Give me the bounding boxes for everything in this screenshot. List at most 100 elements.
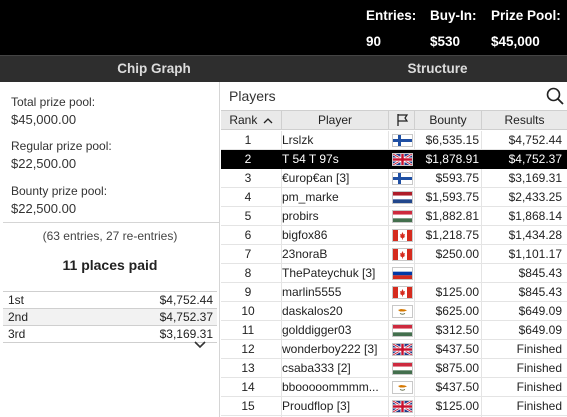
player-result: Finished <box>516 361 562 375</box>
player-row[interactable]: 12 wonderboy222 [3] $437.50 Finished <box>221 340 567 359</box>
player-result: Finished <box>516 399 562 413</box>
player-row[interactable]: 3 €urop€an [3] $593.75 $3,169.31 <box>221 169 567 188</box>
player-row[interactable]: 9 marlin5555 $125.00 $845.43 <box>221 283 567 302</box>
players-table-header: Rank Player Bounty Results <box>221 110 567 130</box>
country-flag-icon <box>392 207 414 225</box>
player-name: Lrslzk <box>282 133 314 147</box>
player-result: $845.43 <box>518 266 562 280</box>
player-row[interactable]: 10 daskalos20 $625.00 $649.09 <box>221 302 567 321</box>
country-flag-icon <box>392 359 414 377</box>
regular-prize-pool: Regular prize pool: $22,500.00 <box>11 139 112 172</box>
player-bounty: $1,882.81 <box>425 209 479 223</box>
player-row[interactable]: 11 golddigger03 $312.50 $649.09 <box>221 321 567 340</box>
bounty-prize-pool-value: $22,500.00 <box>11 201 77 216</box>
bounty-prize-pool: Bounty prize pool: $22,500.00 <box>11 184 107 217</box>
player-name: csaba333 [2] <box>282 361 351 375</box>
hungary-flag-icon <box>392 210 413 223</box>
player-name: T 54 T 97s <box>282 152 339 166</box>
player-result: Finished <box>516 380 562 394</box>
player-rank: 1 <box>244 133 252 147</box>
entries-value: 90 <box>366 34 382 49</box>
entries-stat: Entries: 90 <box>366 6 416 52</box>
canada-flag-icon <box>392 248 413 261</box>
column-flag[interactable] <box>388 111 414 129</box>
player-name: daskalos20 <box>282 304 343 318</box>
prize-pool-stat: Prize Pool: $45,000 <box>491 6 561 52</box>
player-rank: 5 <box>244 209 252 223</box>
russia-flag-icon <box>392 267 413 280</box>
places-paid: 11 places paid <box>62 257 158 273</box>
player-name: €urop€an [3] <box>282 171 350 185</box>
player-result: $1,868.14 <box>508 209 562 223</box>
cyprus-flag-icon <box>392 305 413 318</box>
column-rank[interactable]: Rank <box>221 111 281 129</box>
player-row[interactable]: 6 bigfox86 $1,218.75 $1,434.28 <box>221 226 567 245</box>
player-name: bigfox86 <box>282 228 328 242</box>
player-row[interactable]: 2 T 54 T 97s $1,878.91 $4,752.37 <box>221 150 567 169</box>
entries-label: Entries: <box>366 8 417 23</box>
player-bounty: $6,535.15 <box>425 133 479 147</box>
search-icon[interactable] <box>546 87 564 105</box>
player-row[interactable]: 7 23noraB $250.00 $1,101.17 <box>221 245 567 264</box>
player-rank: 7 <box>244 247 252 261</box>
regular-prize-pool-label: Regular prize pool: <box>11 139 112 153</box>
prize-summary-panel: Total prize pool: $45,000.00 Regular pri… <box>0 82 220 417</box>
player-row[interactable]: 1 Lrslzk $6,535.15 $4,752.44 <box>221 131 567 150</box>
player-rank: 9 <box>244 285 252 299</box>
player-name: bbooooommmm... <box>282 380 379 394</box>
player-row[interactable]: 15 Proudflop [3] $125.00 Finished <box>221 397 567 416</box>
player-bounty: $437.50 <box>435 380 479 394</box>
payout-row: 1st $4,752.44 <box>3 292 217 309</box>
player-rank: 13 <box>241 361 255 375</box>
player-bounty: $625.00 <box>435 304 479 318</box>
player-rank: 3 <box>244 171 252 185</box>
column-bounty[interactable]: Bounty <box>414 111 481 129</box>
player-result: $4,752.37 <box>508 152 562 166</box>
player-row[interactable]: 8 ThePateychuk [3] $845.43 <box>221 264 567 283</box>
player-bounty: $1,218.75 <box>425 228 479 242</box>
player-result: $3,169.31 <box>508 171 562 185</box>
divider <box>3 222 219 223</box>
country-flag-icon <box>392 340 414 358</box>
payout-amount: $4,752.37 <box>159 310 213 324</box>
player-name: Proudflop [3] <box>282 399 351 413</box>
tab-chip-graph[interactable]: Chip Graph <box>0 56 308 82</box>
column-results[interactable]: Results <box>481 111 567 129</box>
cyprus-flag-icon <box>392 381 413 394</box>
payout-table: 1st $4,752.44 2nd $4,752.37 3rd $3,169.3… <box>3 291 217 343</box>
finland-flag-icon <box>392 134 413 147</box>
player-result: $1,434.28 <box>508 228 562 242</box>
chevron-down-icon[interactable] <box>193 337 207 349</box>
player-row[interactable]: 13 csaba333 [2] $875.00 Finished <box>221 359 567 378</box>
canada-flag-icon <box>392 229 413 242</box>
player-name: wonderboy222 [3] <box>282 342 378 356</box>
payout-place: 3rd <box>8 327 26 341</box>
country-flag-icon <box>392 245 414 263</box>
player-row[interactable]: 14 bbooooommmm... $437.50 Finished <box>221 378 567 397</box>
player-result: $2,433.25 <box>508 190 562 204</box>
player-row[interactable]: 4 pm_marke $1,593.75 $2,433.25 <box>221 188 567 207</box>
player-rank: 10 <box>241 304 255 318</box>
tab-structure[interactable]: Structure <box>308 56 567 82</box>
country-flag-icon <box>392 188 414 206</box>
player-bounty <box>418 264 479 282</box>
player-bounty: $125.00 <box>435 399 479 413</box>
prize-pool-value: $45,000 <box>491 34 540 49</box>
player-result: $4,752.44 <box>508 133 562 147</box>
hungary-flag-icon <box>392 362 413 375</box>
flag-icon <box>396 114 408 126</box>
column-player[interactable]: Player <box>281 111 388 129</box>
hungary-flag-icon <box>392 324 413 337</box>
player-row[interactable]: 5 probirs $1,882.81 $1,868.14 <box>221 207 567 226</box>
column-rank-label: Rank <box>229 113 258 127</box>
player-rank: 4 <box>244 190 252 204</box>
player-rank: 6 <box>244 228 252 242</box>
player-name: pm_marke <box>282 190 339 204</box>
players-table-body: 1 Lrslzk $6,535.15 $4,752.44 2 T 54 T 97s $1,8… <box>221 131 567 416</box>
player-rank: 2 <box>244 152 252 166</box>
player-rank: 8 <box>244 266 252 280</box>
player-bounty: $312.50 <box>435 323 479 337</box>
payout-place: 1st <box>8 293 25 307</box>
tournament-stats-bar: Entries: 90 Buy-In: $530 Prize Pool: $45… <box>0 0 567 55</box>
player-result: $1,101.17 <box>508 247 562 261</box>
